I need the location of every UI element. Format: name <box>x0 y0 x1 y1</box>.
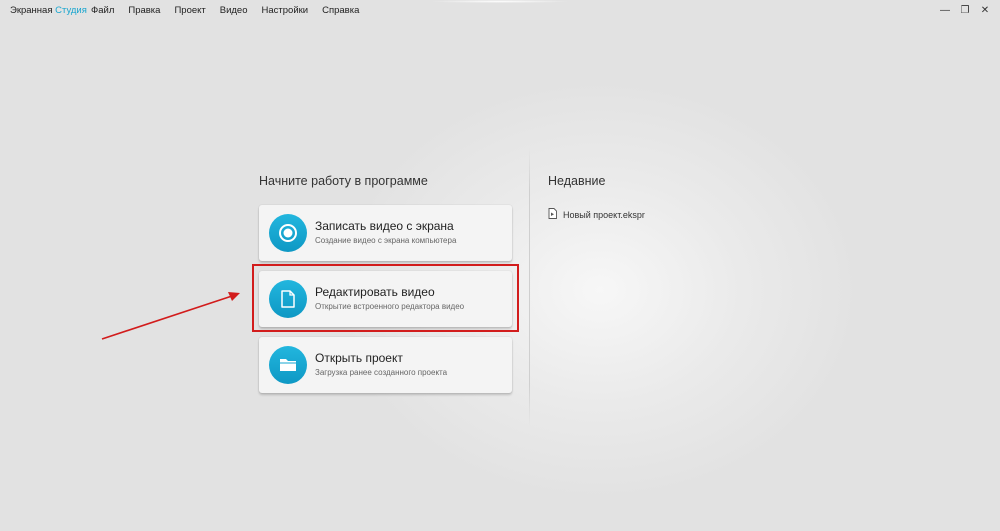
app-logo: Экранная Студия <box>10 5 87 16</box>
card-subtitle: Открытие встроенного редактора видео <box>315 302 465 311</box>
recent-item[interactable]: Новый проект.ekspr <box>548 206 645 224</box>
open-project-card[interactable]: Открыть проект Загрузка ранее созданного… <box>259 337 512 393</box>
folder-icon <box>269 346 307 384</box>
menu-item-help[interactable]: Справка <box>322 5 359 16</box>
start-heading: Начните работу в программе <box>259 174 428 188</box>
menu-item-video[interactable]: Видео <box>220 5 248 16</box>
close-button[interactable]: ✕ <box>976 2 994 18</box>
card-title: Открыть проект <box>315 351 403 365</box>
brand-accent: Студия <box>55 5 87 16</box>
card-subtitle: Создание видео с экрана компьютера <box>315 236 457 245</box>
record-icon <box>269 214 307 252</box>
annotation-arrow-icon <box>101 292 240 340</box>
card-subtitle: Загрузка ранее созданного проекта <box>315 368 448 377</box>
recent-item-label: Новый проект.ekspr <box>563 210 645 220</box>
project-file-icon <box>548 206 557 224</box>
start-screen: Экранная Студия Файл Правка Проект Видео… <box>0 0 1000 531</box>
menu-item-settings[interactable]: Настройки <box>262 5 309 16</box>
window-controls: — ❐ ✕ <box>934 2 994 18</box>
edit-video-card[interactable]: Редактировать видео Открытие встроенного… <box>259 271 512 327</box>
restore-button[interactable]: ❐ <box>956 2 974 18</box>
main-menu: Файл Правка Проект Видео Настройки Справ… <box>91 5 373 16</box>
menu-bar: Экранная Студия Файл Правка Проект Видео… <box>0 0 1000 22</box>
card-title: Записать видео с экрана <box>315 219 454 233</box>
column-divider <box>529 148 530 426</box>
menu-item-file[interactable]: Файл <box>91 5 114 16</box>
brand-main: Экранная <box>10 5 53 16</box>
card-title: Редактировать видео <box>315 285 435 299</box>
recent-heading: Недавние <box>548 174 606 188</box>
file-icon <box>269 280 307 318</box>
menu-item-project[interactable]: Проект <box>174 5 205 16</box>
top-glow <box>430 0 570 3</box>
record-screen-card[interactable]: Записать видео с экрана Создание видео с… <box>259 205 512 261</box>
minimize-button[interactable]: — <box>936 2 954 18</box>
menu-item-edit[interactable]: Правка <box>128 5 160 16</box>
